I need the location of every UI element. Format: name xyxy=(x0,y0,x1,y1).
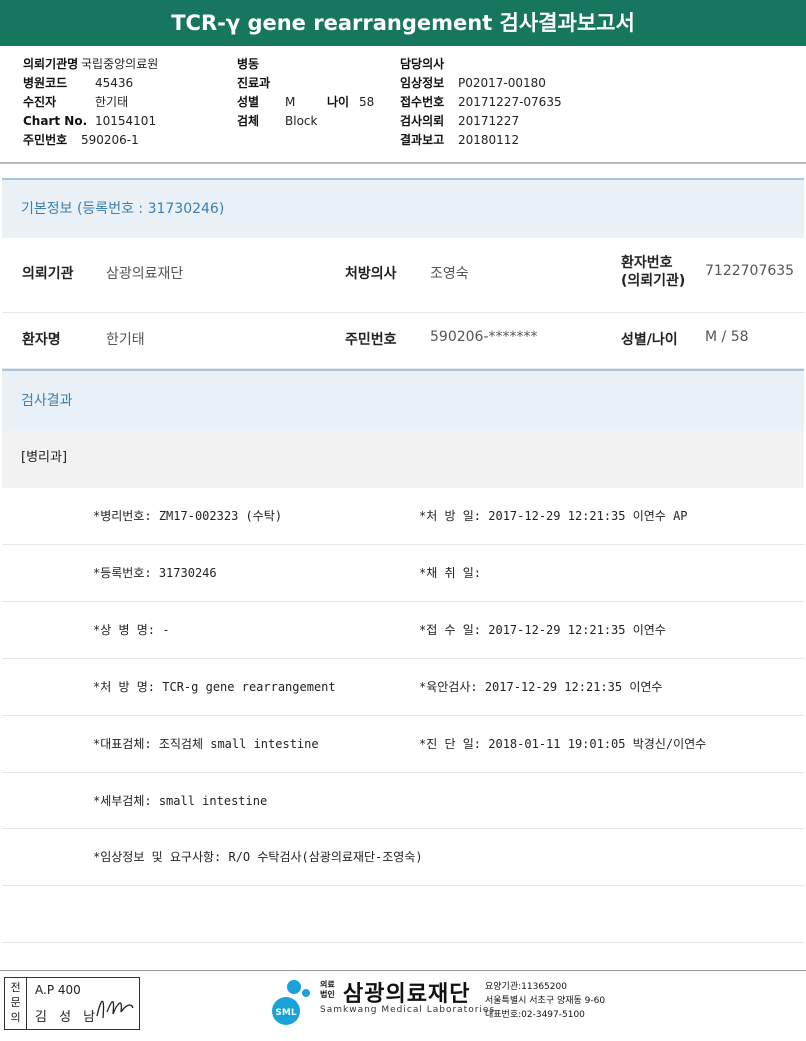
field-label: 환자명 xyxy=(22,332,61,348)
result-row xyxy=(2,886,804,943)
footer-divider xyxy=(0,970,806,971)
result-left: *임상정보 및 요구사항: R/O 수탁검사(삼광의료재단-조영숙) xyxy=(93,850,423,864)
basic-info-heading: 기본정보 (등록번호 : 31730246) xyxy=(2,178,804,238)
field-value: 590206-******* xyxy=(430,329,538,345)
header-col-2: 병동 진료과 성별 M 나이 58 검체 Block xyxy=(237,55,374,131)
header-label: 임상정보 xyxy=(400,76,445,90)
header-value: 한기태 xyxy=(95,95,129,109)
result-right: *채 취 일: xyxy=(419,566,482,580)
field-label: 처방의사 xyxy=(345,266,397,282)
lab-address: 서울특별시 서초구 양재동 9-60 xyxy=(485,996,606,1006)
logo-text: SML xyxy=(275,1008,296,1018)
result-row: *세부검체: small intestine xyxy=(2,773,804,829)
header-label: 의뢰기관명 xyxy=(23,57,79,71)
field-label: 성별/나이 xyxy=(621,332,678,348)
result-right: *진 단 일: 2018-01-11 19:01:05 박경신/이연수 xyxy=(419,737,707,751)
field-label: 주민번호 xyxy=(345,332,397,348)
corp-label: 의료 법인 xyxy=(320,980,335,999)
header-label: 담당의사 xyxy=(400,57,445,71)
field-label: 의뢰기관 xyxy=(22,266,74,282)
field-value: 7122707635 xyxy=(705,263,795,279)
result-left: *등록번호: 31730246 xyxy=(93,566,217,580)
field-value: 한기태 xyxy=(106,332,145,348)
result-left: *상 병 명: - xyxy=(93,623,170,637)
header-label: 병원코드 xyxy=(23,76,68,90)
specialist-label: 전 문 의 xyxy=(5,978,27,1029)
result-left: *병리번호: ZM17-002323 (수탁) xyxy=(93,509,283,523)
header-value: M xyxy=(285,95,296,109)
results-heading: 검사결과 xyxy=(2,369,804,431)
result-row: *상 병 명: - *접 수 일: 2017-12-29 12:21:35 이연… xyxy=(2,602,804,659)
result-right: *처 방 일: 2017-12-29 12:21:35 이연수 AP xyxy=(419,509,688,523)
header-label: 주민번호 xyxy=(23,133,68,147)
result-row: *병리번호: ZM17-002323 (수탁) *처 방 일: 2017-12-… xyxy=(2,488,804,545)
doctor-name: 김 성 남 xyxy=(35,1010,100,1025)
result-row: *등록번호: 31730246 *채 취 일: xyxy=(2,545,804,602)
report-title: TCR-γ gene rearrangement 검사결과보고서 xyxy=(0,0,806,46)
header-divider xyxy=(0,162,806,164)
field-value: 삼광의료재단 xyxy=(106,266,184,282)
result-left: *처 방 명: TCR-g gene rearrangement xyxy=(93,680,336,694)
age-value: 58 xyxy=(359,95,375,109)
header-label: Chart No. xyxy=(23,114,88,128)
header-value: 590206-1 xyxy=(81,133,139,147)
lab-code: 요양기관:11365200 xyxy=(485,982,567,992)
header-value: 20171227 xyxy=(458,114,520,128)
header-value: P02017-00180 xyxy=(458,76,546,90)
signature-icon xyxy=(96,1000,134,1019)
result-row: *대표검체: 조직검체 small intestine *진 단 일: 2018… xyxy=(2,716,804,773)
lab-info: 요양기관:11365200 서울특별시 서초구 양재동 9-60 대표번호:02… xyxy=(485,980,605,1022)
header-value: 45436 xyxy=(95,76,134,90)
specialist-signature-box: 전 문 의 A.P 400 김 성 남 xyxy=(4,977,140,1030)
header-value: 20180112 xyxy=(458,133,520,147)
field-value: M / 58 xyxy=(705,329,749,345)
header-value: 20171227-07635 xyxy=(458,95,562,109)
age-label: 나이 xyxy=(327,95,350,109)
lab-name-english: Samkwang Medical Laboratories xyxy=(320,1005,496,1015)
result-right: *육안검사: 2017-12-29 12:21:35 이연수 xyxy=(419,680,663,694)
header-label: 수진자 xyxy=(23,95,57,109)
lab-name: 삼광의료재단 xyxy=(343,982,471,1007)
header-label: 접수번호 xyxy=(400,95,445,109)
header-col-3: 담당의사 임상정보 P02017-00180 접수번호 20171227-07635… xyxy=(400,55,562,150)
header-label: 검사의뢰 xyxy=(400,114,445,128)
result-row: *임상정보 및 요구사항: R/O 수탁검사(삼광의료재단-조영숙) xyxy=(2,829,804,886)
header-col-1: 의뢰기관명 국립중앙의료원 병원코드 45436 수진자 한기태 Chart No. 1… xyxy=(23,55,158,150)
header-label: 성별 xyxy=(237,95,260,109)
result-row: *처 방 명: TCR-g gene rearrangement *육안검사: … xyxy=(2,659,804,716)
header-value: Block xyxy=(285,114,318,128)
lab-phone: 대표번호:02-3497-5100 xyxy=(485,1010,585,1020)
header-value: 국립중앙의료원 xyxy=(81,57,159,71)
header-label: 검체 xyxy=(237,114,260,128)
field-label: 환자번호 (의뢰기관) xyxy=(621,255,686,289)
result-left: *세부검체: small intestine xyxy=(93,794,268,808)
header-label: 병동 xyxy=(237,57,260,71)
header-value: 10154101 xyxy=(95,114,157,128)
result-right: *접 수 일: 2017-12-29 12:21:35 이연수 xyxy=(419,623,666,637)
result-left: *대표검체: 조직검체 small intestine xyxy=(93,737,319,751)
basic-info-row: 의뢰기관 삼광의료재단 처방의사 조영숙 환자번호 (의뢰기관) 7122707… xyxy=(2,238,804,313)
header-label: 진료과 xyxy=(237,76,271,90)
ap-code: A.P 400 xyxy=(35,983,81,997)
results-category: [병리과] xyxy=(2,431,804,488)
basic-info-row: 환자명 한기태 주민번호 590206-******* 성별/나이 M / 58 xyxy=(2,313,804,369)
header-label: 결과보고 xyxy=(400,133,445,147)
sml-logo-icon: SML xyxy=(272,980,310,1025)
field-value: 조영숙 xyxy=(430,266,469,282)
